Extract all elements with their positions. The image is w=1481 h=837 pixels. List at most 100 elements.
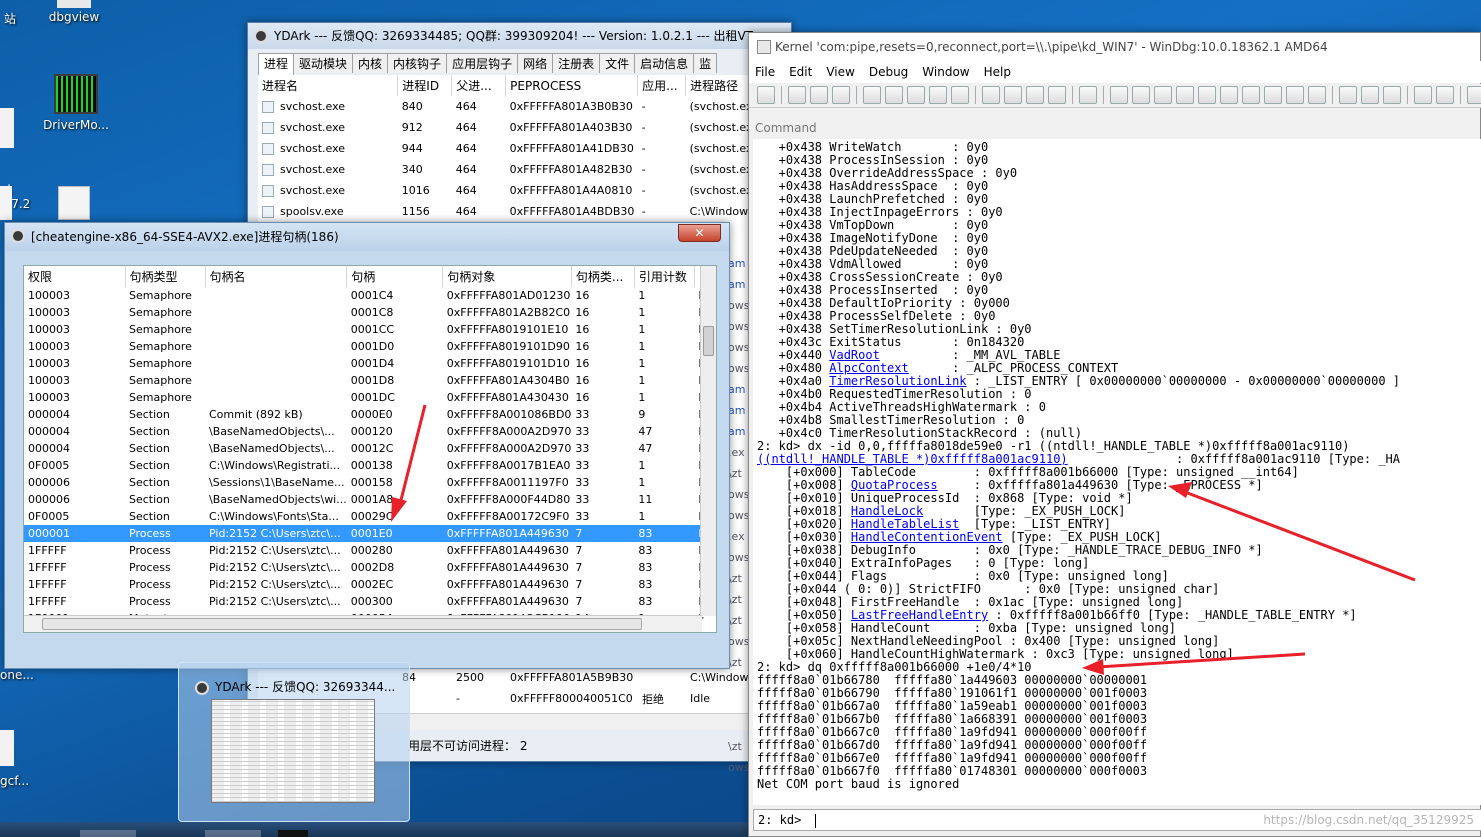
toolbar-button[interactable] [810,86,828,104]
menu-item-debug[interactable]: Debug [869,65,908,79]
table-row[interactable]: 0F0005 Section C:\Windows\Fonts\Sta... 0002… [24,508,706,525]
windbg-title-bar[interactable]: Kernel 'com:pipe,resets=0,reconnect,port… [749,33,1480,61]
handles-table[interactable]: 权限句柄类型句柄名句柄句柄对象句柄类...引用计数F100003Semaphor… [23,265,717,633]
toolbar-button[interactable] [1264,86,1282,104]
taskbar-button-2[interactable] [205,830,261,837]
dml-link[interactable]: AlpcContext [829,361,908,375]
taskbar-button-1[interactable] [80,830,136,837]
toolbar-button[interactable] [929,86,947,104]
ydark-tab-5[interactable]: 网络 [517,53,554,73]
toolbar-button[interactable] [1176,86,1194,104]
toolbar-button[interactable] [1414,86,1432,104]
taskbar-thumbnail[interactable]: YDArk --- 反馈QQ: 32693344... [178,662,410,822]
table-row[interactable]: svchost.exe 1016 464 0xFFFFFA801A4A0810- (sv… [258,180,793,201]
toolbar-button[interactable] [1286,86,1304,104]
ydark-tab-3[interactable]: 内核钩子 [387,53,448,73]
toolbar-button[interactable] [788,86,806,104]
toolbar-button[interactable] [951,86,969,104]
toolbar-button[interactable] [1467,86,1481,104]
toolbar-button[interactable] [885,86,903,104]
handles-column-header[interactable]: 句柄 [346,266,444,287]
table-row[interactable]: 1FFFFF Process Pid:2152 C:\Users\ztc\... 00… [24,542,706,559]
handles-close-button[interactable]: ✕ [678,224,721,242]
dbgview-icon[interactable]: dbgview [44,0,104,25]
table-row[interactable]: 1FFFFF Process Pid:2152 C:\Users\ztc\... 00… [24,593,706,610]
ydark-tab-2[interactable]: 内核 [352,53,389,73]
taskbar-button-3[interactable] [278,830,308,837]
handles-title-bar[interactable]: [cheatengine-x86_64-SSE4-AVX2.exe]进程句柄(1… [5,223,729,251]
toolbar-button[interactable] [982,86,1000,104]
file-icon-partial[interactable] [0,186,12,220]
handles-vscroll-thumb[interactable] [703,326,714,356]
table-row[interactable]: 0F0005 Section C:\Windows\Registrati... 000… [24,457,706,474]
selected-handle-row[interactable]: 000001 Process Pid:2152 C:\Users\ztc\... 00… [24,525,707,542]
toolbar-button[interactable] [1026,86,1044,104]
settings-file-icon[interactable] [58,186,90,220]
toolbar-button[interactable] [1048,86,1066,104]
toolbar-button[interactable] [1004,86,1022,104]
menu-item-view[interactable]: View [826,65,854,79]
table-row[interactable]: 000004 Section Commit (892 kB) 0000E0 0xFFFF… [24,406,706,423]
drivermonitor-icon[interactable]: DriverMo... [38,74,114,133]
ydark-title-bar[interactable]: YDArk --- 反馈QQ: 3269334485; QQ群: 3993092… [248,23,791,49]
table-row[interactable]: 100003 Semaphore 0001DC 0xFFFFFA801A430430 1… [24,389,706,406]
process-column-header[interactable]: 应用... [637,75,687,96]
toolbar-button[interactable] [907,86,925,104]
table-row[interactable]: svchost.exe 840 464 0xFFFFFA801A3B0B30- (svc… [258,96,793,117]
dml-link[interactable]: TimerResolutionLink [829,374,966,388]
process-column-header[interactable]: PEPROCESS [505,75,639,96]
table-row[interactable]: 1FFFFF Process Pid:2152 C:\Users\ztc\... 00… [24,559,706,576]
ydark-tab-1[interactable]: 驱动模块 [293,53,354,73]
menu-item-help[interactable]: Help [984,65,1011,79]
windbg-output[interactable]: +0x438 WriteWatch : 0y0 +0x438 ProcessIn… [753,139,1481,805]
dml-link[interactable]: HandleContentionEvent [851,530,1003,544]
ydark-tab-9[interactable]: 监 [693,53,718,73]
handles-column-header[interactable]: 句柄类... [571,266,635,287]
handles-column-header[interactable]: 引用计数 [634,266,695,287]
process-column-header[interactable]: 进程ID [397,75,453,96]
dml-link[interactable]: HandleLock [851,504,923,518]
toolbar-button[interactable] [1079,86,1097,104]
table-row[interactable]: 100003 Semaphore 0001D0 0xFFFFFA8019101D90 1… [24,338,706,355]
handles-hscroll-thumb[interactable] [42,618,642,630]
handles-column-header[interactable]: 句柄对象 [442,266,572,287]
dml-link[interactable]: LastFreeHandleEntry [851,608,988,622]
toolbar-button[interactable] [1110,86,1128,104]
dml-link[interactable]: VadRoot [829,348,880,362]
command-input-caret[interactable] [814,813,816,828]
ydark-tab-7[interactable]: 文件 [599,53,636,73]
table-row[interactable]: 100003 Semaphore 0001D4 0xFFFFFA8019101D10 1… [24,355,706,372]
desktop-icon-partial-bottom2[interactable]: gcf... [0,730,36,789]
table-row[interactable]: svchost.exe 912 464 0xFFFFFA801A403B30- (svc… [258,117,793,138]
toolbar-button[interactable] [1242,86,1260,104]
toolbar-button[interactable] [1436,86,1454,104]
dml-link[interactable]: QuotaProcess [851,478,938,492]
handles-window[interactable]: [cheatengine-x86_64-SSE4-AVX2.exe]进程句柄(1… [4,222,730,669]
toolbar-button[interactable] [757,86,775,104]
ydark-tab-6[interactable]: 注册表 [552,53,601,73]
menu-item-window[interactable]: Window [922,65,969,79]
toolbar-button[interactable] [1361,86,1379,104]
table-row[interactable]: 100003 Semaphore 0001C8 0xFFFFFA801A2B82C0 1… [24,304,706,321]
toolbar-button[interactable] [1308,86,1326,104]
windbg-window[interactable]: Kernel 'com:pipe,resets=0,reconnect,port… [748,32,1481,837]
desktop-icon-partial-bottom[interactable]: one... [0,668,36,683]
table-row[interactable]: 000004 Section \BaseNamedObjects\... 000120… [24,423,706,440]
table-row[interactable]: svchost.exe 340 464 0xFFFFFA801A482B30- (svc… [258,159,793,180]
handles-hscrollbar[interactable] [24,615,702,632]
toolbar-button[interactable] [1383,86,1401,104]
toolbar-button[interactable] [863,86,881,104]
dml-link[interactable]: HandleTableList [851,517,959,531]
table-row[interactable]: 1FFFFF Process Pid:2152 C:\Users\ztc\... 00… [24,576,706,593]
table-row[interactable]: svchost.exe 944 464 0xFFFFFA801A41DB30- (svc… [258,138,793,159]
handles-column-header[interactable]: 句柄名 [205,266,348,287]
toolbar-button[interactable] [1220,86,1238,104]
toolbar-button[interactable] [1339,86,1357,104]
ydark-tab-8[interactable]: 启动信息 [634,53,695,73]
toolbar-button[interactable] [1154,86,1172,104]
table-row[interactable]: spoolsv.exe 1156 464 0xFFFFFA801A4BDB30- C:\… [258,201,793,222]
toolbar-button[interactable] [1198,86,1216,104]
toolbar-button[interactable] [1132,86,1150,104]
table-row[interactable]: 100003 Semaphore 0001CC 0xFFFFFA8019101E10 1… [24,321,706,338]
handles-vscrollbar[interactable] [700,266,716,616]
